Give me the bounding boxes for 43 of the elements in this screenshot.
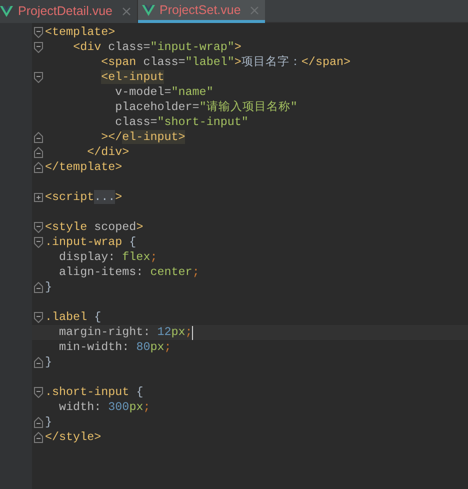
code-line: .input-wrap { (45, 235, 136, 250)
code-line: v-model="name" (114, 85, 214, 100)
fold-icon[interactable] (34, 27, 43, 38)
code-line: } (45, 415, 52, 430)
code-line: <template> (45, 25, 116, 40)
code-line: align-items: center; (58, 265, 200, 280)
fold-icon[interactable] (34, 42, 43, 53)
code-line: } (45, 280, 52, 295)
fold-icon[interactable] (34, 432, 43, 443)
file-tab[interactable]: ProjectSet.vue (138, 0, 265, 23)
expand-icon[interactable] (34, 193, 43, 202)
code-line: display: flex; (58, 250, 158, 265)
fold-icon[interactable] (34, 357, 43, 368)
file-tab[interactable]: ProjectDetail.vue (0, 0, 138, 23)
code-line: </div> (86, 145, 130, 160)
fold-icon[interactable] (34, 132, 43, 143)
fold-icon[interactable] (34, 387, 43, 398)
code-line: .short-input { (45, 385, 144, 400)
code-line: .label { (45, 310, 102, 325)
code-line: placeholder="请输入项目名称" (114, 100, 298, 115)
code-line: <script...> (45, 190, 122, 205)
code-line: </style> (45, 430, 102, 445)
code-line: <div class="input-wrap"> (72, 40, 242, 55)
code-line: <span class="label">项目名字：</span> (100, 55, 351, 70)
fold-icon[interactable] (34, 417, 43, 428)
code-line: margin-right: 12px; (58, 325, 192, 340)
code-line: width: 300px; (58, 400, 150, 415)
fold-icon[interactable] (34, 312, 43, 323)
code-line: min-width: 80px; (58, 340, 172, 355)
fold-icon[interactable] (34, 282, 43, 293)
code-line: ></el-input> (100, 130, 186, 145)
fold-icon[interactable] (34, 72, 43, 83)
fold-icon[interactable] (34, 162, 43, 173)
fold-icon[interactable] (34, 237, 43, 248)
code-line: <style scoped> (45, 220, 144, 235)
code-line: class="short-input" (114, 115, 248, 130)
code-line: </template> (45, 160, 122, 175)
text-cursor (192, 326, 194, 340)
fold-icon[interactable] (34, 222, 43, 233)
vue-logo-icon (142, 4, 154, 16)
fold-icon[interactable] (34, 147, 43, 158)
code-line: } (45, 355, 52, 370)
vue-logo-icon (0, 6, 13, 17)
